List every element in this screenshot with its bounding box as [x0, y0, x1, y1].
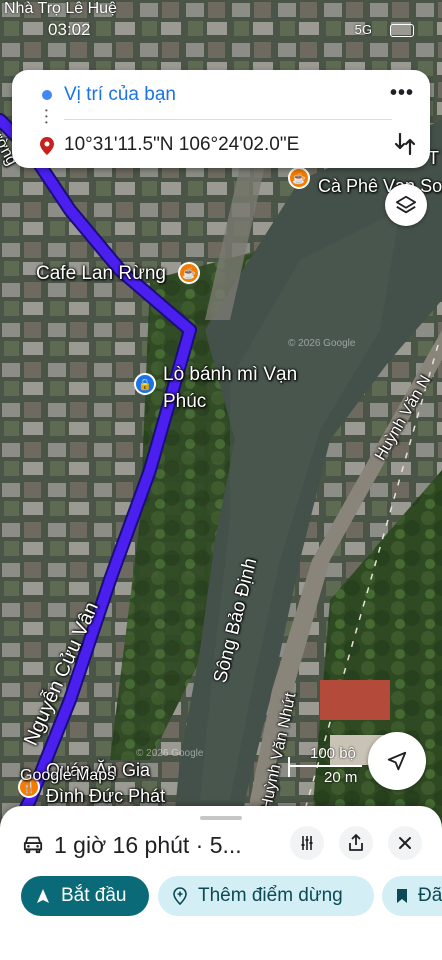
start-button[interactable]: Bắt đầu	[21, 876, 149, 916]
bakery-store-icon[interactable]: 🔒	[134, 373, 156, 395]
car-icon	[22, 834, 44, 859]
close-icon	[399, 837, 411, 849]
scale-line	[288, 765, 362, 767]
save-label: Đã	[418, 885, 442, 906]
route-options-button[interactable]	[290, 826, 324, 860]
layers-icon	[395, 195, 417, 214]
navigation-icon	[37, 889, 49, 903]
route-dots-icon: • • •	[45, 106, 48, 127]
place-label-restaurant-2[interactable]: Đình Đức Phát	[46, 786, 165, 807]
scale-bar: 100 bộ 20 m	[288, 745, 362, 786]
destination-field[interactable]: 10°31'11.5"N 106°24'02.0"E	[64, 134, 299, 156]
cafe-icon[interactable]: ☕	[288, 167, 310, 189]
google-maps-attribution: Google Maps	[20, 767, 116, 784]
origin-field[interactable]: Vị trí của bạn	[64, 84, 176, 106]
add-location-icon	[173, 887, 187, 905]
origin-dot-icon	[42, 90, 52, 100]
map-watermark: © 2026 Google	[136, 748, 204, 759]
drag-handle[interactable]	[200, 816, 242, 820]
share-icon	[349, 834, 363, 851]
place-label-bakery-1[interactable]: Lò bánh mì Vạn	[163, 364, 297, 386]
recenter-button[interactable]	[368, 732, 426, 790]
close-button[interactable]	[388, 826, 422, 860]
start-label: Bắt đầu	[61, 885, 127, 906]
swap-vert-icon[interactable]	[394, 132, 416, 161]
cafe-icon[interactable]: ☕	[178, 262, 200, 284]
network-indicator: 5G	[354, 22, 372, 37]
layers-button[interactable]	[385, 184, 427, 226]
add-stop-label: Thêm điểm dừng	[198, 885, 343, 906]
place-label-cafe-lan-rung[interactable]: Cafe Lan Rừng	[36, 263, 166, 285]
battery-icon	[390, 24, 414, 37]
divider	[64, 119, 392, 120]
destination-pin-icon	[40, 137, 54, 160]
notification-text: Nhà Trọ Lê Huệ	[4, 0, 117, 17]
share-button[interactable]	[339, 826, 373, 860]
status-bar: Nhà Trọ Lê Huệ 03:02 5G	[0, 0, 442, 40]
scale-label-meters: 20 m	[324, 769, 358, 786]
route-card: Vị trí của bạn • • • 10°31'11.5"N 106°24'0…	[12, 70, 430, 168]
place-label-bakery-2[interactable]: Phúc	[163, 391, 206, 413]
more-options-icon[interactable]: •••	[390, 82, 414, 105]
bookmark-icon	[397, 889, 407, 903]
navigation-arrow-icon	[387, 751, 407, 771]
trip-summary[interactable]: 1 giờ 16 phút · 5...	[54, 832, 242, 859]
save-button[interactable]: Đã	[382, 876, 442, 916]
map-watermark: © 2026 Google	[288, 338, 356, 349]
tune-icon	[301, 836, 313, 850]
scale-tick-left	[288, 757, 290, 777]
status-time: 03:02	[48, 20, 91, 39]
add-stop-button[interactable]: Thêm điểm dừng	[158, 876, 374, 916]
bottom-sheet: 1 giờ 16 phút · 5... Bắt đầu Thêm điểm d…	[0, 806, 442, 960]
scale-label-feet: 100 bộ	[310, 745, 356, 762]
